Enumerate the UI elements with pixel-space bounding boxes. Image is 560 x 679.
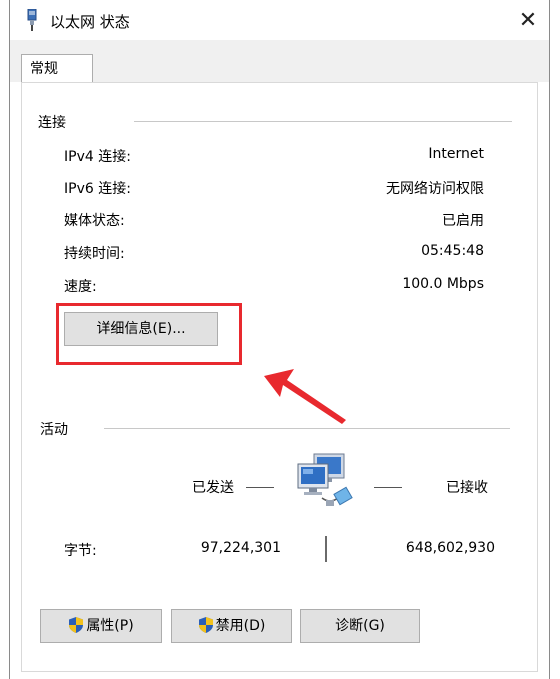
annotation-highlight-box	[56, 303, 242, 365]
network-computers-icon	[297, 453, 353, 506]
window-title: 以太网 状态	[50, 13, 130, 31]
ethernet-plug-icon	[27, 9, 37, 31]
tab-strip: 常规	[10, 40, 549, 84]
tab-general[interactable]: 常规	[21, 54, 93, 84]
background-edge	[0, 0, 9, 679]
activity-group-divider	[104, 428, 510, 429]
disable-button[interactable]: 禁用(D)	[171, 609, 292, 643]
bytes-received-value: 648,602,930	[405, 540, 495, 556]
activity-group-title: 活动	[40, 422, 68, 438]
ipv4-label: IPv4 连接:	[64, 149, 131, 165]
diagnose-button[interactable]: 诊断(G)	[300, 609, 420, 643]
sent-dash	[246, 487, 274, 488]
bytes-sent-value: 97,224,301	[200, 540, 281, 556]
bytes-label: 字节:	[64, 543, 97, 559]
duration-label: 持续时间:	[64, 246, 125, 262]
properties-button-label: 属性(P)	[86, 618, 134, 634]
speed-label: 速度:	[64, 279, 97, 295]
duration-value: 05:45:48	[421, 243, 484, 259]
close-button[interactable]: ✕	[515, 8, 541, 34]
disable-button-label: 禁用(D)	[215, 618, 266, 634]
ipv6-label: IPv6 连接:	[64, 181, 131, 197]
ipv6-value: 无网络访问权限	[386, 181, 484, 197]
title-bar: 以太网 状态 ✕	[10, 0, 549, 40]
bytes-separator	[325, 536, 327, 562]
media-state-value: 已启用	[442, 213, 484, 229]
close-icon: ✕	[518, 8, 538, 33]
uac-shield-icon	[69, 617, 84, 633]
sent-label: 已发送	[192, 480, 234, 496]
media-state-label: 媒体状态:	[64, 213, 125, 229]
received-dash	[374, 487, 402, 488]
connection-group-title: 连接	[38, 115, 66, 131]
annotation-arrow-icon	[264, 369, 346, 424]
speed-value: 100.0 Mbps	[402, 276, 484, 292]
connection-group-divider	[134, 121, 512, 122]
received-label: 已接收	[446, 480, 488, 496]
uac-shield-icon	[198, 617, 213, 633]
ipv4-value: Internet	[428, 146, 484, 162]
properties-button[interactable]: 属性(P)	[40, 609, 162, 643]
